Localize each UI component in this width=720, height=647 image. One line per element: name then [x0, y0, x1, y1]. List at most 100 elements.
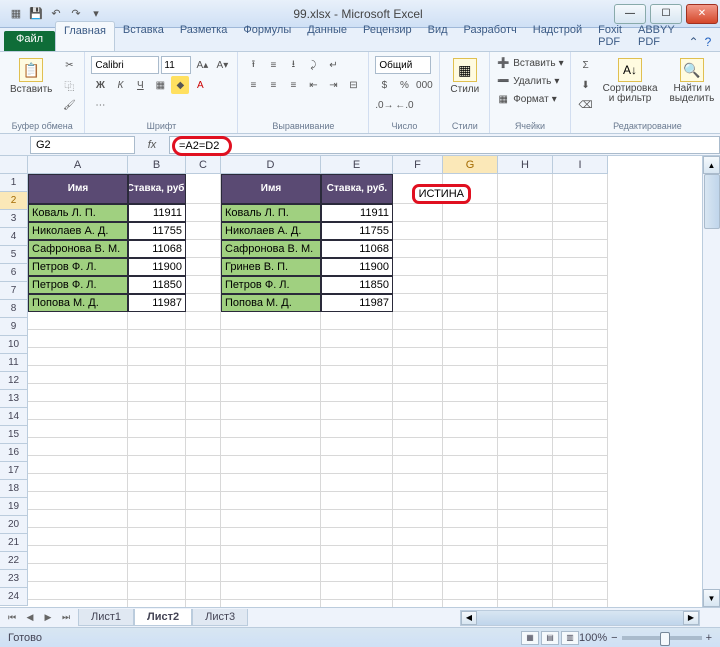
- cell[interactable]: [553, 276, 608, 294]
- cell[interactable]: [221, 546, 321, 564]
- italic-button[interactable]: К: [111, 76, 129, 94]
- table2-header-rate[interactable]: Ставка, руб.: [321, 174, 393, 204]
- cell[interactable]: [443, 240, 498, 258]
- table1-rate[interactable]: 11068: [128, 240, 186, 258]
- ribbon-tab-главная[interactable]: Главная: [55, 21, 115, 51]
- cell[interactable]: [186, 312, 221, 330]
- row-header[interactable]: 18: [0, 480, 28, 498]
- cell[interactable]: [443, 600, 498, 607]
- cell[interactable]: [553, 348, 608, 366]
- align-center-icon[interactable]: ≡: [264, 76, 282, 94]
- table2-name[interactable]: Сафронова В. М.: [221, 240, 321, 258]
- cell[interactable]: [321, 546, 393, 564]
- cell[interactable]: [393, 174, 443, 204]
- decrease-decimal-icon[interactable]: ←.0: [395, 96, 413, 114]
- sheet-tab[interactable]: Лист1: [78, 609, 134, 626]
- cell[interactable]: [28, 600, 128, 607]
- table2-rate[interactable]: 11987: [321, 294, 393, 312]
- cell[interactable]: [443, 438, 498, 456]
- cell[interactable]: [28, 474, 128, 492]
- align-right-icon[interactable]: ≡: [284, 76, 302, 94]
- cell[interactable]: [443, 546, 498, 564]
- cell[interactable]: [321, 366, 393, 384]
- cell[interactable]: [553, 222, 608, 240]
- cell[interactable]: [553, 474, 608, 492]
- row-header[interactable]: 23: [0, 570, 28, 588]
- cell[interactable]: [498, 438, 553, 456]
- cell[interactable]: [553, 312, 608, 330]
- row-header[interactable]: 5: [0, 246, 28, 264]
- formula-input[interactable]: =A2=D2: [169, 136, 720, 154]
- cell[interactable]: [321, 492, 393, 510]
- table1-name[interactable]: Сафронова В. М.: [28, 240, 128, 258]
- cell[interactable]: [221, 564, 321, 582]
- cell[interactable]: [443, 384, 498, 402]
- decrease-indent-icon[interactable]: ⇤: [304, 76, 322, 94]
- cell[interactable]: [28, 492, 128, 510]
- row-header[interactable]: 24: [0, 588, 28, 606]
- cell[interactable]: [128, 564, 186, 582]
- cell[interactable]: [443, 276, 498, 294]
- cell[interactable]: [498, 222, 553, 240]
- cell[interactable]: [553, 402, 608, 420]
- cell[interactable]: [321, 402, 393, 420]
- cell[interactable]: [221, 366, 321, 384]
- cell[interactable]: [221, 474, 321, 492]
- row-header[interactable]: 9: [0, 318, 28, 336]
- cell[interactable]: [498, 492, 553, 510]
- cell[interactable]: [321, 528, 393, 546]
- cell[interactable]: [443, 420, 498, 438]
- wrap-text-icon[interactable]: ↵: [324, 56, 342, 74]
- row-header[interactable]: 12: [0, 372, 28, 390]
- table1-name[interactable]: Петров Ф. Л.: [28, 276, 128, 294]
- fill-icon[interactable]: ⬇: [577, 76, 595, 94]
- row-header[interactable]: 4: [0, 228, 28, 246]
- table2-rate[interactable]: 11755: [321, 222, 393, 240]
- cell[interactable]: [498, 564, 553, 582]
- cell[interactable]: [443, 294, 498, 312]
- cell[interactable]: [443, 492, 498, 510]
- cell[interactable]: [128, 348, 186, 366]
- column-header[interactable]: H: [498, 156, 553, 174]
- cell[interactable]: [498, 276, 553, 294]
- cell[interactable]: [28, 582, 128, 600]
- cell[interactable]: [28, 384, 128, 402]
- format-cells-button[interactable]: ▦Формат ▾: [496, 92, 563, 106]
- ribbon-tab-вставка[interactable]: Вставка: [115, 21, 172, 51]
- table2-name[interactable]: Гринев В. П.: [221, 258, 321, 276]
- cell[interactable]: [221, 600, 321, 607]
- cell[interactable]: [128, 546, 186, 564]
- copy-icon[interactable]: ⿻: [60, 76, 78, 94]
- column-header[interactable]: F: [393, 156, 443, 174]
- ribbon-tab-вид[interactable]: Вид: [420, 21, 456, 51]
- cell[interactable]: [28, 510, 128, 528]
- cell[interactable]: [553, 420, 608, 438]
- cell[interactable]: [28, 366, 128, 384]
- cell[interactable]: [28, 420, 128, 438]
- table2-rate[interactable]: 11068: [321, 240, 393, 258]
- cell[interactable]: [553, 330, 608, 348]
- cell[interactable]: [128, 402, 186, 420]
- cell[interactable]: [221, 528, 321, 546]
- cell[interactable]: [393, 402, 443, 420]
- row-header[interactable]: 20: [0, 516, 28, 534]
- cell[interactable]: [553, 564, 608, 582]
- cell[interactable]: [393, 384, 443, 402]
- cell[interactable]: [186, 204, 221, 222]
- cell[interactable]: [498, 510, 553, 528]
- cell[interactable]: [221, 384, 321, 402]
- scroll-up-icon[interactable]: ▲: [703, 156, 720, 174]
- table1-rate[interactable]: 11911: [128, 204, 186, 222]
- cell[interactable]: [443, 204, 498, 222]
- row-header[interactable]: 14: [0, 408, 28, 426]
- tab-first-icon[interactable]: ⏮: [4, 612, 20, 623]
- cell[interactable]: [443, 222, 498, 240]
- row-header[interactable]: 8: [0, 300, 28, 318]
- cell[interactable]: [221, 582, 321, 600]
- cell[interactable]: [128, 312, 186, 330]
- cell[interactable]: [128, 528, 186, 546]
- column-header[interactable]: D: [221, 156, 321, 174]
- ribbon-tab-рецензир[interactable]: Рецензир: [355, 21, 420, 51]
- row-header[interactable]: 16: [0, 444, 28, 462]
- shrink-font-icon[interactable]: A▾: [213, 56, 231, 74]
